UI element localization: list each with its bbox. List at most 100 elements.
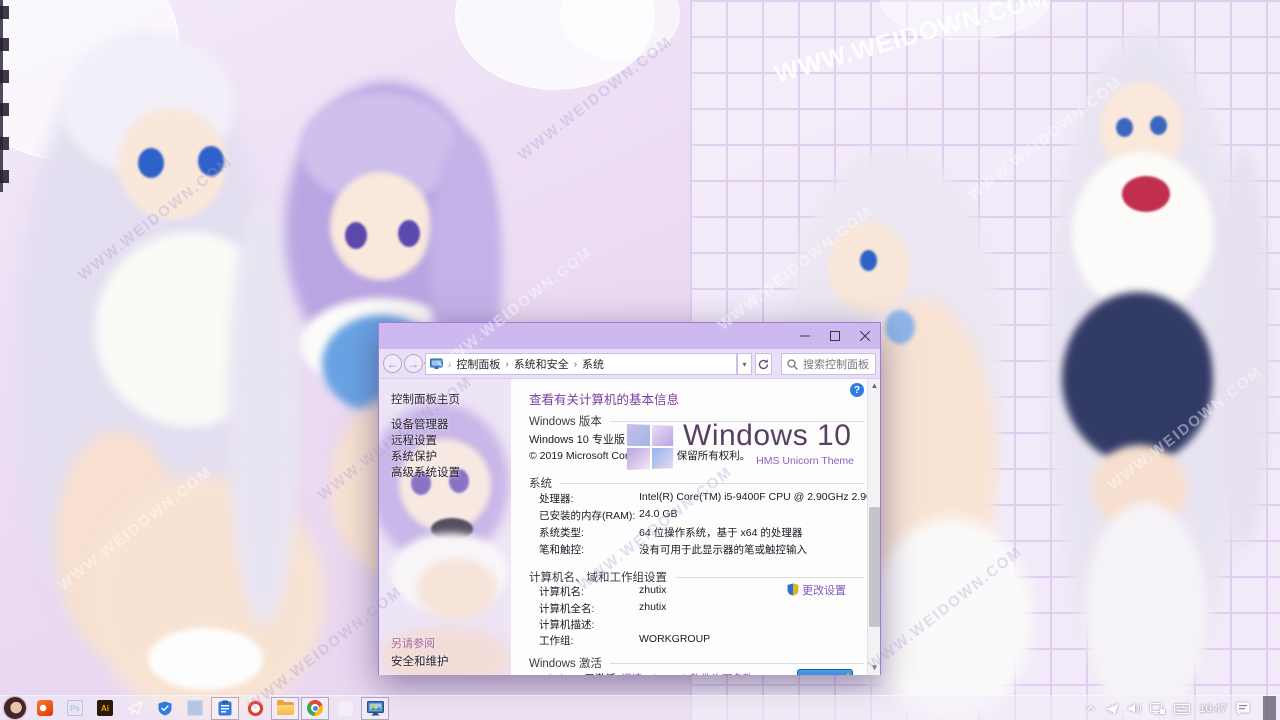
page-title: 查看有关计算机的基本信息 <box>529 389 679 408</box>
taskbar-item-red-browser[interactable] <box>241 697 269 720</box>
edge-glyph <box>0 70 9 83</box>
sidebar-item-remote-settings[interactable]: 远程设置 <box>391 432 437 448</box>
main-content: ? 查看有关计算机的基本信息 Windows 版本 Windows 10 专业版… <box>511 379 880 675</box>
control-panel-icon <box>430 358 443 370</box>
taskbar-item-telegram[interactable] <box>121 697 149 720</box>
taskbar-item-illustrator[interactable]: Ai <box>91 697 119 720</box>
wp-blob <box>1150 116 1167 135</box>
breadcrumb-system-security[interactable]: 系统和安全 <box>514 356 569 372</box>
taskbar-item-ghost[interactable] <box>331 697 359 720</box>
minimize-button[interactable] <box>790 325 820 347</box>
sidebar-item-system-protection[interactable]: 系统保护 <box>391 448 437 464</box>
edge-glyph <box>0 137 9 150</box>
telegram-tray-icon[interactable] <box>1105 703 1119 715</box>
windows-10-logotext: Windows 10 <box>683 419 851 453</box>
section-title: 系统 <box>529 475 552 491</box>
sidebar: 控制面板主页 设备管理器 远程设置 系统保护 高级系统设置 另请参阅 安全和维护 <box>379 379 511 675</box>
breadcrumb-control-panel[interactable]: 控制面板 <box>456 356 500 372</box>
scroll-down-icon[interactable]: ▼ <box>868 661 880 675</box>
wp-blob <box>885 310 915 344</box>
row-label: 工作组: <box>539 633 573 648</box>
breadcrumb-system[interactable]: 系统 <box>582 356 604 372</box>
wallpaper-edge-strip <box>0 0 3 192</box>
chrome-icon <box>307 700 323 716</box>
help-icon[interactable]: ? <box>850 383 864 397</box>
taskbar-item-office[interactable] <box>31 697 59 720</box>
sidebar-item-device-manager[interactable]: 设备管理器 <box>391 416 449 432</box>
taskbar-item-notes[interactable] <box>211 697 239 720</box>
start-button[interactable] <box>1 697 29 720</box>
breadcrumb-arrow-icon: › <box>504 359 509 370</box>
system-tray: 10:47 <box>1086 696 1276 720</box>
taskbar-item-file-explorer[interactable] <box>271 697 299 720</box>
sidebar-item-home[interactable]: 控制面板主页 <box>391 391 460 407</box>
row-value: Intel(R) Core(TM) i5-9400F CPU @ 2.90GHz… <box>639 491 880 503</box>
taskbar-item-blue-app[interactable] <box>181 697 209 720</box>
close-button[interactable] <box>850 325 880 347</box>
sidebar-item-security-maintenance[interactable]: 安全和维护 <box>391 653 449 669</box>
content-scrollbar[interactable]: ▲ ▼ <box>867 379 880 675</box>
row-label: 计算机名: <box>539 584 584 599</box>
wp-blob <box>1085 502 1207 720</box>
taskbar-item-chrome[interactable] <box>301 697 329 720</box>
wp-blob <box>198 146 224 176</box>
shield-icon <box>158 701 172 716</box>
row-label: 系统类型: <box>539 525 584 540</box>
taskbar-clock[interactable]: 10:47 <box>1199 703 1227 715</box>
start-avatar-icon <box>4 697 26 719</box>
action-center-icon[interactable] <box>1236 702 1250 715</box>
row-value: 64 位操作系统，基于 x64 的处理器 <box>639 525 802 540</box>
row-value: 没有可用于此显示器的笔或触控输入 <box>639 542 807 557</box>
window-titlebar[interactable] <box>379 323 880 349</box>
change-settings-link[interactable]: 更改设置 <box>787 582 846 598</box>
scrollbar-thumb[interactable] <box>869 507 880 627</box>
system-monitor-icon <box>367 701 384 716</box>
wp-blob <box>860 250 877 271</box>
windows-edition: Windows 10 专业版 <box>529 431 625 447</box>
sidebar-item-advanced-settings[interactable]: 高级系统设置 <box>391 464 460 480</box>
taskbar-item-photoshop[interactable]: Ps <box>61 697 89 720</box>
wp-blob <box>1116 118 1133 137</box>
row-label: 计算机描述: <box>539 617 594 632</box>
section-title: Windows 激活 <box>529 655 602 671</box>
wp-blob <box>1122 176 1170 212</box>
section-system: 系统 <box>529 475 864 491</box>
illustrator-icon: Ai <box>97 700 113 716</box>
row-label: 已安装的内存(RAM): <box>539 508 635 523</box>
ghost-app-icon <box>338 701 353 716</box>
hidden-icons-chevron-icon[interactable] <box>1086 705 1096 712</box>
row-value: WORKGROUP <box>639 633 710 645</box>
taskbar-item-system-window[interactable] <box>361 697 389 720</box>
wp-blob <box>398 220 420 247</box>
touch-keyboard-icon[interactable] <box>1174 704 1190 714</box>
edge-glyph <box>0 170 9 183</box>
taskbar-item-defender[interactable] <box>151 697 179 720</box>
row-label: 计算机全名: <box>539 601 594 616</box>
address-bar[interactable]: › 控制面板 › 系统和安全 › 系统 <box>425 353 737 375</box>
red-circle-icon <box>248 701 263 716</box>
search-box[interactable]: 搜索控制面板 <box>781 353 876 375</box>
row-value: zhutix <box>639 601 666 613</box>
volume-icon[interactable] <box>1128 703 1141 714</box>
office-icon <box>37 700 53 716</box>
wp-blob <box>1218 148 1270 548</box>
scroll-up-icon[interactable]: ▲ <box>868 379 880 393</box>
system-properties-window: ← → ▾ › 控制面板 › 系统和安全 › 系统 ▾ 搜索控制面板 <box>378 322 881 675</box>
license-terms-link[interactable]: 阅读 Microsoft 软件许可条款 <box>621 671 753 675</box>
change-product-key-button[interactable] <box>797 669 853 675</box>
edge-glyph <box>0 103 9 116</box>
network-icon[interactable] <box>1150 703 1165 715</box>
maximize-button[interactable] <box>820 325 850 347</box>
row-value: zhutix <box>639 584 666 596</box>
wp-blob <box>1062 292 1214 464</box>
section-title: 计算机名、域和工作组设置 <box>529 569 667 585</box>
address-dropdown-chevron[interactable]: ▾ <box>737 353 752 375</box>
telegram-icon <box>127 701 143 715</box>
forward-button[interactable]: → <box>404 354 423 373</box>
back-button[interactable]: ← <box>383 354 402 373</box>
activation-status: Windows 已激活 <box>539 671 616 675</box>
wp-blob <box>138 148 164 178</box>
row-label: 笔和触控: <box>539 542 584 557</box>
refresh-button[interactable] <box>755 353 772 375</box>
show-desktop-button[interactable] <box>1263 696 1276 720</box>
